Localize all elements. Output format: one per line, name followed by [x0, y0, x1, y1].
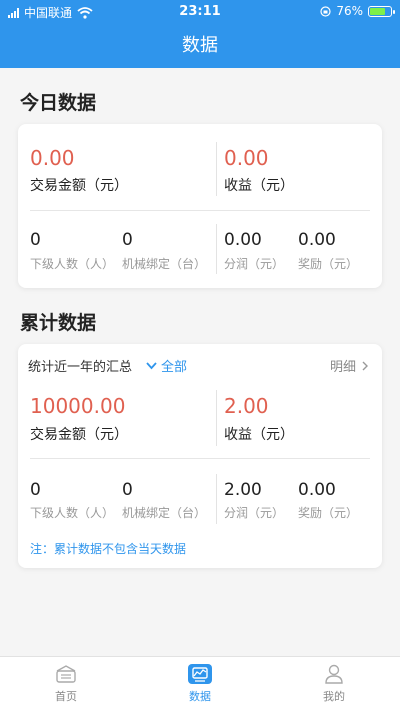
detail-label: 明细: [329, 360, 356, 375]
divider: [216, 390, 217, 446]
today-income: 0.00: [224, 146, 269, 170]
range-filter-label: 全部: [161, 360, 188, 375]
cumulative-note: 注：累计数据不包含当天数据: [30, 542, 187, 556]
summary-label: 统计近一年的汇总: [28, 360, 133, 375]
tab-data-label: 数据: [189, 690, 211, 703]
divider: [216, 142, 217, 196]
status-right: 76%: [320, 4, 395, 18]
cumulative-trade-amount: 10000.00: [30, 394, 126, 418]
divider: [216, 224, 217, 274]
today-section-title: 今日数据: [20, 92, 97, 114]
tab-home[interactable]: 首页: [26, 663, 106, 704]
today-profit-share: 0.00: [224, 230, 262, 250]
cumulative-income-label: 收益（元）: [224, 427, 294, 443]
battery-percent: 76%: [336, 4, 363, 18]
today-income-label: 收益（元）: [224, 178, 294, 194]
cumulative-section-title: 累计数据: [20, 312, 97, 334]
divider: [216, 474, 217, 524]
battery-fill: [370, 7, 386, 15]
user-icon: [325, 664, 343, 684]
cumulative-profit-share-label: 分润（元）: [224, 506, 285, 520]
tab-data[interactable]: 数据: [160, 663, 240, 704]
tab-home-label: 首页: [55, 690, 77, 703]
range-filter-dropdown[interactable]: 全部: [146, 356, 187, 375]
today-subordinates-label: 下级人数（人）: [30, 257, 115, 271]
today-machine-bind-label: 机械绑定（台）: [122, 257, 207, 271]
cumulative-card: 统计近一年的汇总 全部 明细 10000.00 交易金额（元） 2.00 收益（…: [18, 344, 382, 568]
cumulative-machine-bind-count: 0: [122, 480, 133, 500]
rotation-lock-icon: [320, 5, 331, 17]
detail-link[interactable]: 明细: [330, 356, 368, 375]
divider: [30, 210, 370, 211]
today-reward-label: 奖励（元）: [298, 257, 359, 271]
cumulative-subordinates-count: 0: [30, 480, 41, 500]
today-trade-amount-label: 交易金额（元）: [30, 178, 128, 194]
tab-mine[interactable]: 我的: [294, 663, 374, 704]
cumulative-income: 2.00: [224, 394, 269, 418]
cumulative-reward: 0.00: [298, 480, 336, 500]
today-profit-share-label: 分润（元）: [224, 257, 285, 271]
cumulative-profit-share: 2.00: [224, 480, 262, 500]
home-icon: [56, 665, 76, 683]
status-bar: 中国联通 23:11 76%: [0, 0, 400, 24]
data-icon: [188, 664, 212, 684]
chevron-right-icon: [362, 361, 368, 370]
cumulative-reward-label: 奖励（元）: [298, 506, 359, 520]
chevron-down-icon: [146, 361, 157, 369]
today-machine-bind-count: 0: [122, 230, 133, 250]
battery-icon: [368, 5, 395, 17]
today-subordinates-count: 0: [30, 230, 41, 250]
today-trade-amount: 0.00: [30, 146, 75, 170]
today-reward: 0.00: [298, 230, 336, 250]
page-title: 数据: [0, 24, 400, 68]
cumulative-trade-amount-label: 交易金额（元）: [30, 427, 128, 443]
today-card: 0.00 交易金额（元） 0.00 收益（元） 0 下级人数（人） 0 机械绑定…: [18, 124, 382, 288]
cumulative-subordinates-label: 下级人数（人）: [30, 506, 115, 520]
divider: [30, 458, 370, 459]
tab-mine-label: 我的: [323, 690, 345, 703]
bottom-tab-bar: 首页 数据 我的: [0, 656, 400, 710]
cumulative-machine-bind-label: 机械绑定（台）: [122, 506, 207, 520]
